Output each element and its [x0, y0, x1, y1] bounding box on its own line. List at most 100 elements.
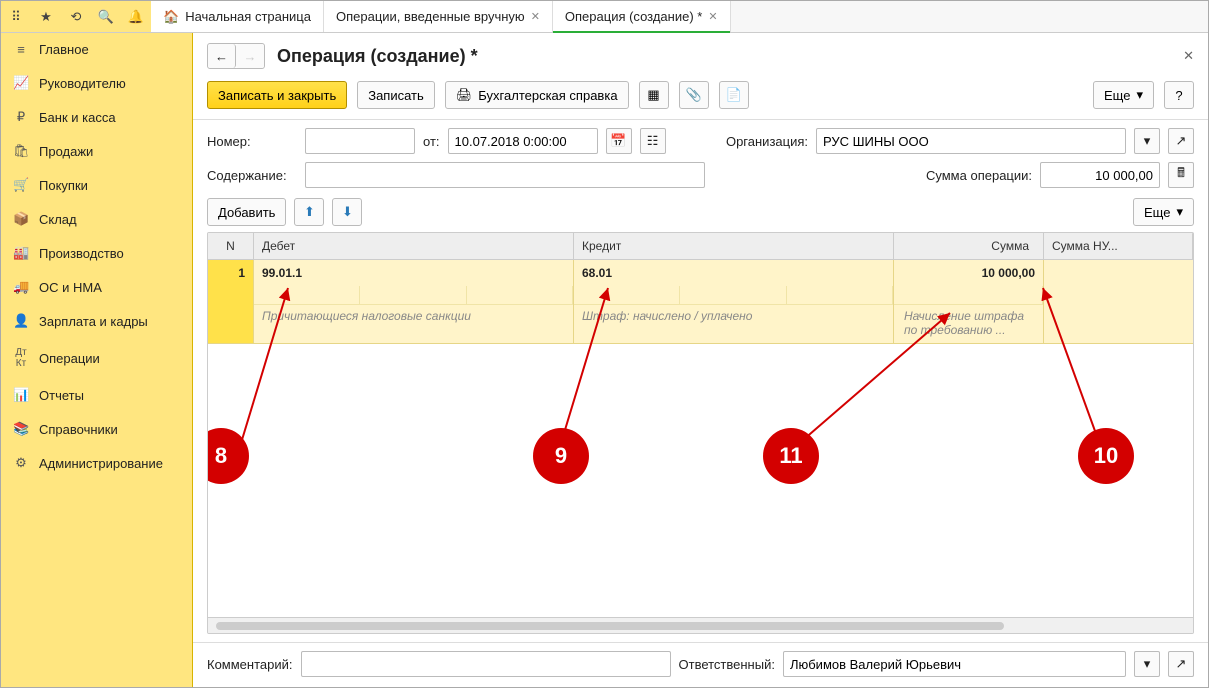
close-icon[interactable]: ✕	[708, 10, 717, 23]
tab-operations-manual[interactable]: Операции, введенные вручную ✕	[324, 1, 553, 32]
sidebar-item-label: Производство	[39, 246, 124, 261]
home-icon: 🏠	[163, 9, 179, 25]
search-icon[interactable]: 🔍	[91, 1, 121, 32]
gear-icon: ⚙	[13, 455, 29, 471]
content: ← → Операция (создание) * ✕ Записать и з…	[193, 33, 1208, 687]
sidebar-item-catalogs[interactable]: 📚Справочники	[1, 412, 192, 446]
main: ≡Главное 📈 Руководителю ₽Банк и касса 🛍 Пр…	[1, 33, 1208, 687]
list-icon[interactable]: ☷	[640, 128, 666, 154]
dtkt-icon: ДтКт	[13, 347, 29, 369]
sidebar-item-bank[interactable]: ₽Банк и касса	[1, 100, 192, 134]
topbar: ⠿ ★ ⟲ 🔍 🔔 🏠 Начальная страница Операции,…	[1, 1, 1208, 33]
history-icon[interactable]: ⟲	[61, 1, 91, 32]
cell-debit-desc: Причитающиеся налоговые санкции	[254, 305, 573, 329]
sidebar-item-purchases[interactable]: 🛒Покупки	[1, 168, 192, 202]
sidebar-item-label: Отчеты	[39, 388, 84, 403]
star-icon[interactable]: ★	[31, 1, 61, 32]
resp-label: Ответственный:	[679, 657, 775, 672]
sidebar-item-production[interactable]: 🏭 Производство	[1, 236, 192, 270]
save-close-button[interactable]: Записать и закрыть	[207, 81, 347, 109]
annotation-9: 9	[533, 428, 589, 484]
ruble-icon: ₽	[13, 109, 29, 125]
cell-sum-desc: Начисление штрафа по требованию ...	[894, 305, 1043, 343]
close-icon[interactable]: ✕	[1183, 48, 1194, 64]
sidebar-item-label: Зарплата и кадры	[39, 314, 148, 329]
tree-button[interactable]: ▦	[639, 81, 669, 109]
table-row[interactable]: 1 99.01.1 Причитающиеся налоговые санкци…	[208, 260, 1193, 344]
sum-input[interactable]	[1040, 162, 1160, 188]
col-sum[interactable]: Сумма	[894, 233, 1044, 259]
bar-chart-icon: 📊	[13, 387, 29, 403]
save-button[interactable]: Записать	[357, 81, 435, 109]
tab-label: Операции, введенные вручную	[336, 9, 525, 24]
resp-input[interactable]	[783, 651, 1126, 677]
tab-label: Начальная страница	[185, 9, 311, 24]
add-button[interactable]: Добавить	[207, 198, 286, 226]
sidebar-item-main[interactable]: ≡Главное	[1, 33, 192, 66]
table-empty-area	[208, 344, 1193, 617]
chart-icon: 📈	[13, 75, 29, 91]
back-button[interactable]: ←	[208, 44, 236, 68]
sidebar-item-hr[interactable]: 👤 Зарплата и кадры	[1, 304, 192, 338]
sidebar-item-manager[interactable]: 📈 Руководителю	[1, 66, 192, 100]
help-button[interactable]: ?	[1164, 81, 1194, 109]
attach-button[interactable]: 📎	[679, 81, 709, 109]
icon-strip: ⠿ ★ ⟲ 🔍 🔔	[1, 1, 151, 32]
open-icon[interactable]: ↗	[1168, 651, 1194, 677]
nav-head: ← → Операция (создание) * ✕	[193, 33, 1208, 75]
calendar-icon[interactable]: 📅	[606, 128, 632, 154]
close-icon[interactable]: ✕	[531, 10, 540, 23]
sidebar-item-assets[interactable]: 🚚ОС и НМА	[1, 270, 192, 304]
dropdown-icon[interactable]: ▾	[1134, 128, 1160, 154]
more-button[interactable]: Еще ▾	[1093, 81, 1154, 109]
tab-operation-create[interactable]: Операция (создание) * ✕	[553, 1, 731, 32]
annotation-11: 11	[763, 428, 819, 484]
apps-icon[interactable]: ⠿	[1, 1, 31, 32]
forward-button: →	[236, 44, 264, 68]
factory-icon: 🏭	[13, 245, 29, 261]
person-icon: 👤	[13, 313, 29, 329]
sidebar-item-label: Продажи	[39, 144, 93, 159]
open-icon[interactable]: ↗	[1168, 128, 1194, 154]
col-credit[interactable]: Кредит	[574, 233, 894, 259]
sidebar-item-operations[interactable]: ДтКтОперации	[1, 338, 192, 378]
number-input[interactable]	[305, 128, 415, 154]
sidebar-item-sales[interactable]: 🛍 Продажи	[1, 134, 192, 168]
bell-icon[interactable]: 🔔	[121, 1, 151, 32]
page-title: Операция (создание) *	[277, 46, 478, 67]
move-up-button[interactable]: ⬆	[294, 198, 324, 226]
sidebar-item-admin[interactable]: ⚙Администрирование	[1, 446, 192, 480]
chevron-down-icon: ▾	[1176, 204, 1183, 220]
sidebar-item-reports[interactable]: 📊 Отчеты	[1, 378, 192, 412]
content-input[interactable]	[305, 162, 705, 188]
col-n[interactable]: N	[208, 233, 254, 259]
dropdown-icon[interactable]: ▾	[1134, 651, 1160, 677]
table-header: N Дебет Кредит Сумма Сумма НУ...	[208, 233, 1193, 260]
cell-n: 1	[208, 260, 254, 343]
calc-icon[interactable]: 🖩	[1168, 162, 1194, 188]
list-button[interactable]: 📄	[719, 81, 749, 109]
bag-icon: 🛍	[13, 143, 29, 159]
col-debit[interactable]: Дебет	[254, 233, 574, 259]
col-sum-nu[interactable]: Сумма НУ...	[1044, 233, 1193, 259]
footer: Комментарий: Ответственный: ▾ ↗	[193, 642, 1208, 687]
horizontal-scrollbar[interactable]	[208, 617, 1193, 633]
cell-credit-acc: 68.01	[574, 260, 893, 286]
date-input[interactable]	[448, 128, 598, 154]
comment-input[interactable]	[301, 651, 671, 677]
form: Номер: от: 📅 ☷ Организация: ▾ ↗ Содержан…	[193, 120, 1208, 194]
more-button-2[interactable]: Еще ▾	[1133, 198, 1194, 226]
cell-debit-acc: 99.01.1	[254, 260, 573, 286]
sidebar-item-label: Покупки	[39, 178, 88, 193]
move-down-button[interactable]: ⬇	[332, 198, 362, 226]
report-button[interactable]: 🖨Бухгалтерская справка	[445, 81, 629, 109]
toolbar: Записать и закрыть Записать 🖨Бухгалтерск…	[193, 75, 1208, 120]
tab-home[interactable]: 🏠 Начальная страница	[151, 1, 324, 32]
tab-label: Операция (создание) *	[565, 9, 702, 24]
tabs: 🏠 Начальная страница Операции, введенные…	[151, 1, 1208, 32]
box-icon: 📦	[13, 211, 29, 227]
sidebar-item-warehouse[interactable]: 📦Склад	[1, 202, 192, 236]
org-input[interactable]	[816, 128, 1126, 154]
sidebar-item-label: Руководителю	[39, 76, 126, 91]
cell-sum: 10 000,00	[894, 260, 1043, 286]
